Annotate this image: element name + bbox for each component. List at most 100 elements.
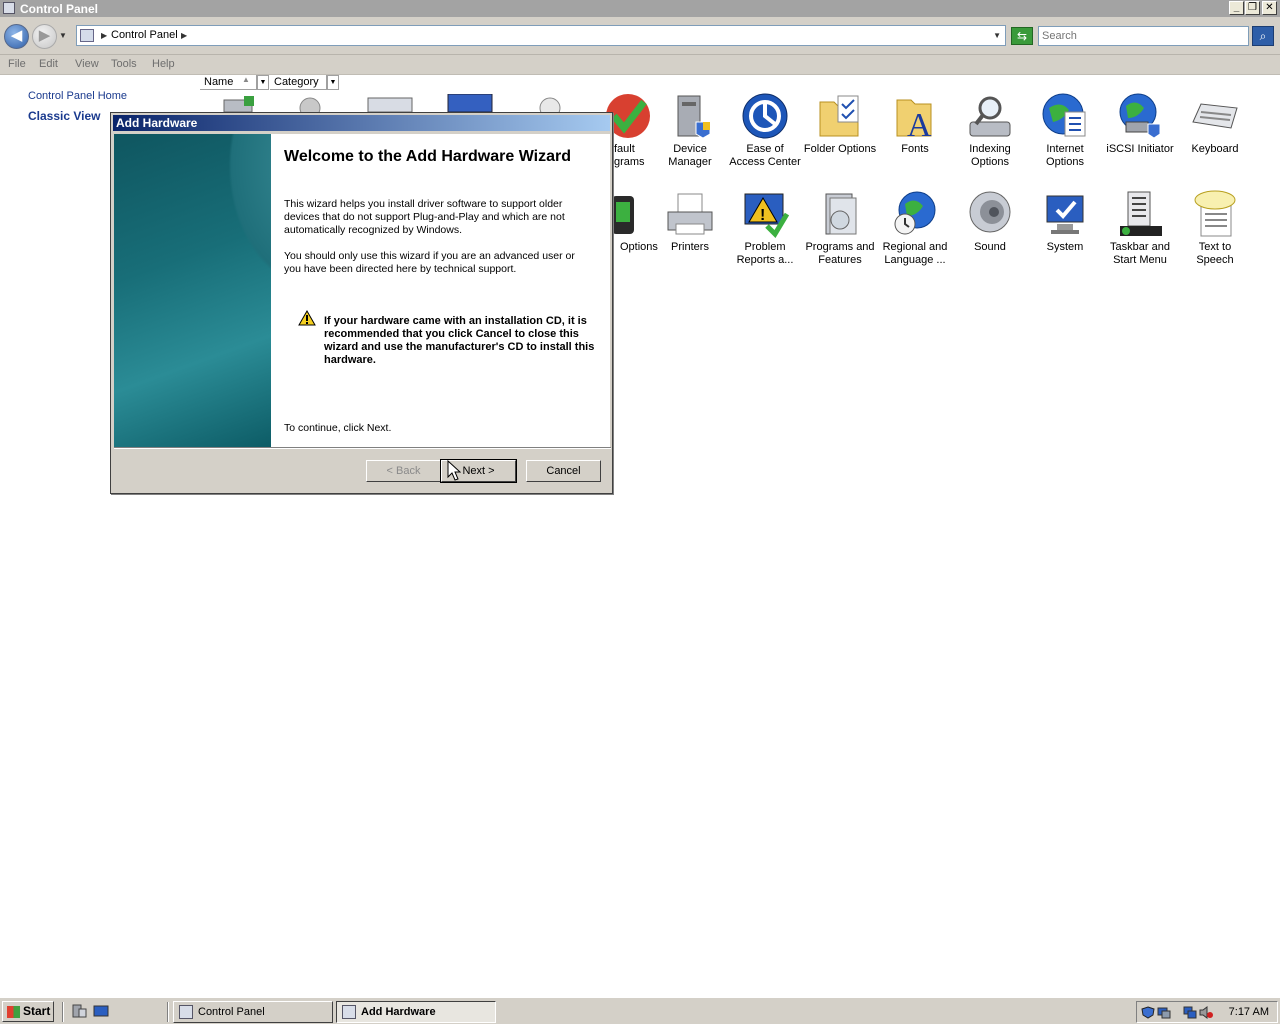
text-to-speech-icon bbox=[1194, 190, 1236, 237]
control-panel-icon bbox=[179, 1005, 193, 1019]
regional-language-item[interactable]: Regional and Language ... bbox=[877, 190, 953, 267]
problem-reports-item[interactable]: ! Problem Reports a... bbox=[727, 190, 803, 267]
back-button[interactable]: < Back bbox=[366, 460, 441, 482]
system-icon bbox=[1046, 195, 1084, 234]
svg-text:!: ! bbox=[760, 207, 765, 224]
item-label: Keyboard bbox=[1191, 143, 1239, 155]
address-toolbar: ◀ ▶ ▼ ▶ Control Panel ▶ ▼ ⇆ ⌕ bbox=[0, 17, 1280, 55]
name-filter-dropdown[interactable]: ▼ bbox=[257, 75, 269, 90]
keyboard-item[interactable]: Keyboard bbox=[1177, 92, 1253, 156]
taskbar: Start Control Panel Add Hardware 7:17 AM bbox=[0, 997, 1280, 1024]
task-label: Add Hardware bbox=[361, 1006, 436, 1018]
fonts-icon: A bbox=[896, 99, 932, 140]
item-label: Internet Options bbox=[1046, 143, 1084, 168]
menu-file[interactable]: File bbox=[8, 58, 26, 70]
restore-button[interactable]: ❐ bbox=[1245, 1, 1260, 15]
ease-of-access-item[interactable]: Ease of Access Center bbox=[727, 92, 803, 169]
item-label: Device Manager bbox=[668, 143, 712, 168]
fonts-item[interactable]: A Fonts bbox=[877, 92, 953, 156]
refresh-button[interactable]: ⇆ bbox=[1011, 27, 1033, 45]
item-label: iSCSI Initiator bbox=[1106, 143, 1174, 155]
address-dropdown-icon[interactable]: ▼ bbox=[993, 31, 1001, 40]
column-header-name[interactable]: Name ▲ bbox=[200, 75, 257, 90]
item-label: Folder Options bbox=[803, 143, 877, 155]
wizard-banner bbox=[114, 134, 271, 447]
forward-button[interactable]: ▶ bbox=[32, 24, 57, 49]
network-connections-icon[interactable] bbox=[1183, 1006, 1197, 1019]
device-manager-item[interactable]: Device Manager bbox=[652, 92, 728, 169]
menu-help[interactable]: Help bbox=[152, 58, 175, 70]
start-button[interactable]: Start bbox=[2, 1001, 54, 1022]
iscsi-initiator-icon bbox=[1119, 93, 1161, 139]
folder-options-icon bbox=[819, 95, 859, 137]
taskbar-start-menu-icon bbox=[1120, 191, 1162, 236]
menu-view[interactable]: View bbox=[75, 58, 99, 70]
problem-reports-icon: ! bbox=[744, 193, 789, 238]
text-to-speech-item[interactable]: Text to Speech bbox=[1177, 190, 1253, 267]
item-label: Taskbar and Start Menu bbox=[1110, 241, 1170, 266]
obscured-icons-strip bbox=[223, 94, 561, 112]
dialog-separator bbox=[114, 447, 611, 449]
item-label: Ease of Access Center bbox=[729, 143, 801, 168]
programs-features-icon bbox=[825, 193, 857, 235]
iscsi-initiator-item[interactable]: iSCSI Initiator bbox=[1102, 92, 1178, 156]
recent-pages-dropdown[interactable]: ▼ bbox=[59, 31, 67, 40]
regional-language-icon bbox=[894, 191, 936, 235]
add-hardware-icon bbox=[342, 1005, 356, 1019]
taskbar-button-add-hardware[interactable]: Add Hardware bbox=[336, 1001, 496, 1023]
minimize-button[interactable]: _ bbox=[1229, 1, 1244, 15]
category-filter-dropdown[interactable]: ▼ bbox=[327, 75, 339, 90]
address-bar[interactable]: ▶ Control Panel ▶ ▼ bbox=[76, 25, 1006, 46]
address-breadcrumb[interactable]: Control Panel bbox=[111, 29, 178, 41]
system-item[interactable]: System bbox=[1027, 190, 1103, 254]
mouse-cursor-icon bbox=[447, 460, 461, 481]
column-header-category[interactable]: Category bbox=[270, 75, 327, 90]
control-panel-home-link[interactable]: Control Panel Home bbox=[28, 90, 127, 102]
address-separator-icon[interactable]: ▶ bbox=[101, 31, 107, 40]
internet-options-item[interactable]: Internet Options bbox=[1027, 92, 1103, 169]
security-shield-icon[interactable] bbox=[1141, 1006, 1155, 1019]
installation-cd-warning: If your hardware came with an installati… bbox=[324, 315, 595, 366]
sort-ascending-icon: ▲ bbox=[242, 75, 250, 84]
volume-muted-icon[interactable] bbox=[1199, 1006, 1213, 1019]
item-label: Fonts bbox=[901, 143, 929, 155]
taskbar-clock[interactable]: 7:17 AM bbox=[1229, 1006, 1269, 1018]
classic-view-link[interactable]: Classic View bbox=[28, 109, 101, 123]
internet-options-icon bbox=[1042, 93, 1086, 137]
item-label: Text to Speech bbox=[1196, 241, 1234, 266]
server-manager-icon[interactable] bbox=[71, 1004, 87, 1018]
taskbar-divider bbox=[62, 1002, 64, 1022]
menu-edit[interactable]: Edit bbox=[39, 58, 58, 70]
menu-tools[interactable]: Tools bbox=[111, 58, 137, 70]
control-panel-icon bbox=[3, 2, 15, 14]
svg-text:A: A bbox=[907, 107, 932, 140]
network-icon[interactable] bbox=[1157, 1006, 1171, 1019]
printers-item[interactable]: Printers bbox=[652, 190, 728, 254]
start-label: Start bbox=[23, 1004, 51, 1018]
indexing-options-icon bbox=[969, 96, 1011, 137]
column-category-label: Category bbox=[274, 76, 319, 88]
search-icon[interactable]: ⌕ bbox=[1252, 26, 1274, 46]
taskbar-button-control-panel[interactable]: Control Panel bbox=[173, 1001, 333, 1023]
wizard-advanced-note: You should only use this wizard if you a… bbox=[284, 250, 575, 275]
search-field[interactable] bbox=[1038, 26, 1249, 46]
breadcrumb-chevron-icon[interactable]: ▶ bbox=[181, 31, 187, 40]
back-button[interactable]: ◀ bbox=[4, 24, 29, 49]
sound-item[interactable]: Sound bbox=[952, 190, 1028, 254]
item-label: Printers bbox=[671, 241, 709, 253]
column-name-label: Name bbox=[204, 76, 234, 88]
cancel-button[interactable]: Cancel bbox=[526, 460, 601, 482]
show-desktop-icon[interactable] bbox=[93, 1004, 109, 1018]
item-label: Programs and Features bbox=[805, 241, 875, 266]
close-button[interactable]: ✕ bbox=[1262, 1, 1277, 15]
windows-logo-icon bbox=[7, 1006, 20, 1018]
programs-features-item[interactable]: Programs and Features bbox=[802, 190, 878, 267]
folder-options-item[interactable]: Folder Options bbox=[802, 92, 878, 156]
taskbar-start-menu-item[interactable]: Taskbar and Start Menu bbox=[1102, 190, 1178, 267]
dialog-title-bar[interactable]: Add Hardware bbox=[113, 115, 610, 131]
indexing-options-item[interactable]: Indexing Options bbox=[952, 92, 1028, 169]
search-input[interactable] bbox=[1039, 27, 1248, 45]
task-label: Control Panel bbox=[198, 1006, 265, 1018]
ease-of-access-icon bbox=[742, 93, 788, 139]
add-hardware-dialog: Add Hardware Welcome to the Add Hardware… bbox=[110, 112, 613, 494]
